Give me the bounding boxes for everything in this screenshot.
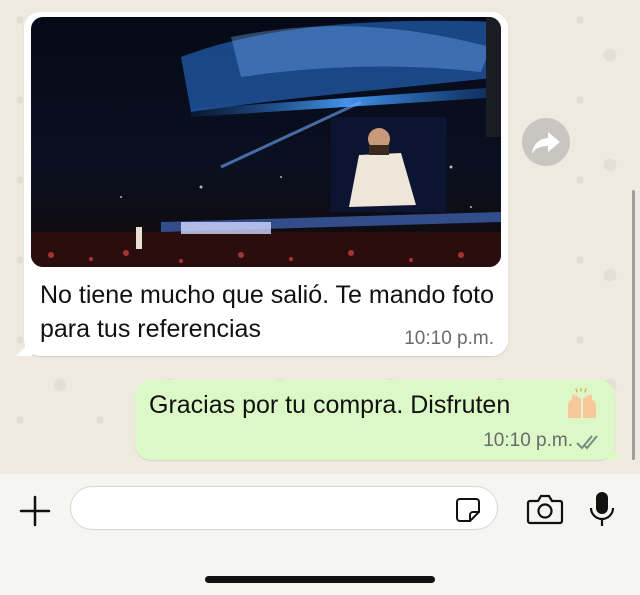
double-check-icon <box>576 435 598 450</box>
home-indicator[interactable] <box>205 576 435 583</box>
camera-icon[interactable] <box>526 493 564 525</box>
message-composer <box>0 474 640 595</box>
message-input[interactable] <box>70 486 498 530</box>
mic-icon[interactable] <box>588 490 616 528</box>
outgoing-message-text: Gracias por tu compra. Disfruten <box>149 391 511 419</box>
scroll-indicator[interactable] <box>632 190 635 460</box>
incoming-message-bubble[interactable]: No tiene mucho que salió. Te mando foto … <box>16 12 508 356</box>
raising-hands-emoji <box>568 388 596 418</box>
sticker-icon[interactable] <box>455 497 481 523</box>
forward-icon <box>532 132 560 154</box>
incoming-message-time: 10:10 p.m. <box>404 328 494 349</box>
message-photo[interactable] <box>31 17 501 267</box>
plus-icon[interactable] <box>18 494 52 528</box>
forward-button[interactable] <box>522 118 570 166</box>
outgoing-message-time: 10:10 p.m. <box>483 430 573 451</box>
outgoing-message-bubble[interactable]: Gracias por tu compra. Disfruten 10:10 p… <box>135 380 623 460</box>
